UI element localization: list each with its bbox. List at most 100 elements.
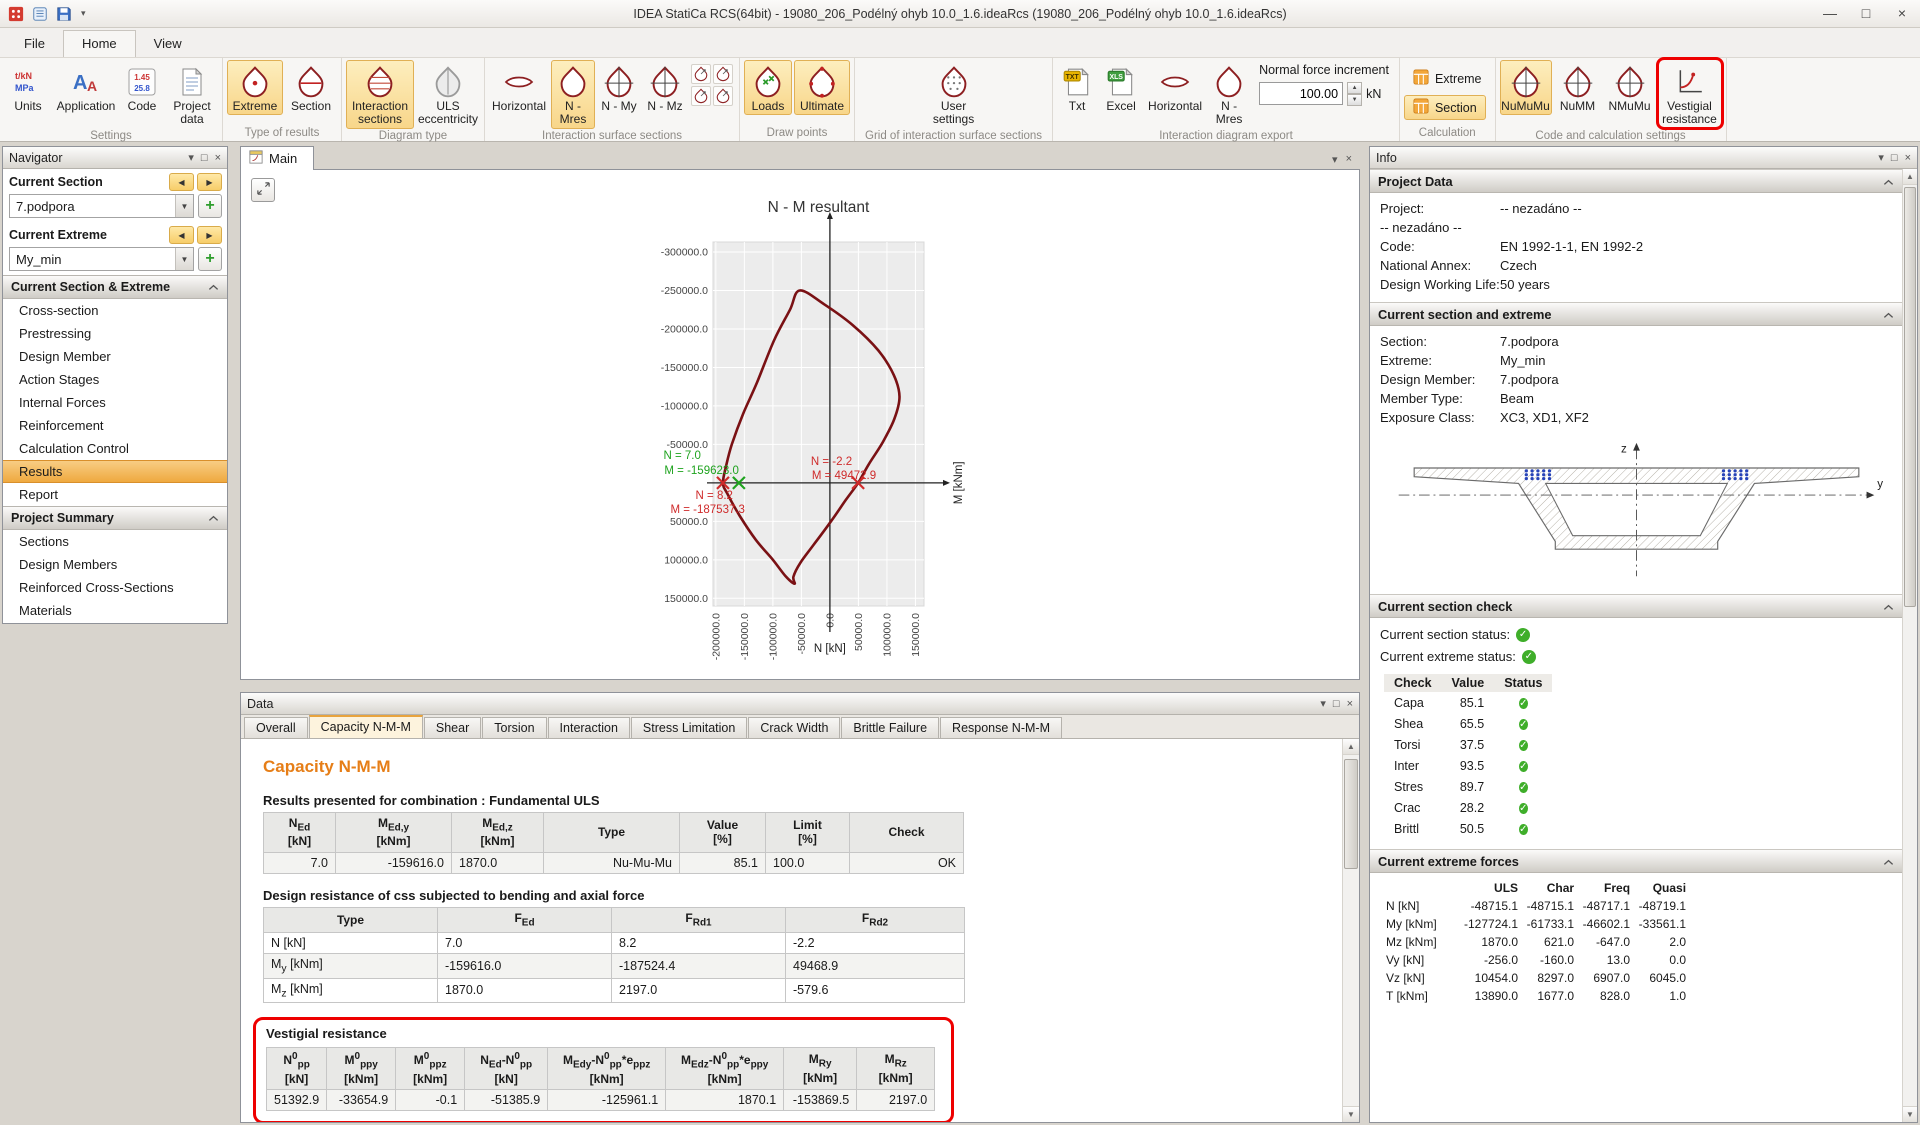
add-section-button[interactable]: + — [198, 194, 222, 218]
numm-button[interactable]: NuMM — [1554, 60, 1602, 115]
menu-tab[interactable]: File — [6, 31, 63, 57]
surface-view-button-1[interactable] — [691, 64, 711, 84]
data-tab[interactable]: Stress Limitation — [631, 717, 747, 738]
n-mres-button[interactable]: N - Mres — [551, 60, 595, 129]
tab-close-icon[interactable]: × — [1346, 153, 1352, 166]
export-n-mres-button[interactable]: N - Mres — [1207, 60, 1251, 129]
interaction-sections-button[interactable]: Interaction sections — [346, 60, 414, 129]
extreme-forces-header[interactable]: Current extreme forces — [1370, 849, 1902, 873]
chevron-down-icon[interactable]: ▼ — [175, 195, 193, 217]
user-settings-button[interactable]: User settings — [924, 60, 984, 129]
export-horizontal-button[interactable]: Horizontal — [1145, 60, 1205, 115]
n-mz-button[interactable]: N - Mz — [643, 60, 687, 115]
minimize-button[interactable]: — — [1812, 0, 1848, 27]
current-extreme-select[interactable]: My_min ▼ — [9, 247, 194, 271]
nav-item[interactable]: Sections — [3, 530, 227, 553]
prev-extreme-button[interactable]: ◀ — [169, 226, 194, 244]
section-check-header[interactable]: Current section check — [1370, 594, 1902, 618]
qat-dropdown-caret[interactable]: ▾ — [78, 8, 89, 19]
surface-view-button-3[interactable] — [691, 86, 711, 106]
scrollbar-thumb[interactable] — [1344, 759, 1358, 869]
close-button[interactable]: × — [1884, 0, 1920, 27]
menu-tab[interactable]: View — [136, 31, 200, 57]
data-tab[interactable]: Torsion — [482, 717, 546, 738]
panel-menu-icon[interactable]: ▾ — [1320, 697, 1326, 710]
chevron-down-icon[interactable]: ▼ — [175, 248, 193, 270]
current-section-select[interactable]: 7.podpora ▼ — [9, 194, 194, 218]
chevron-up-icon[interactable] — [1883, 854, 1894, 869]
nav-item[interactable]: Design Members — [3, 553, 227, 576]
chevron-up-icon[interactable] — [1883, 307, 1894, 322]
surface-view-button-4[interactable] — [713, 86, 733, 106]
project-data-button[interactable]: Project data — [166, 60, 218, 129]
nav-group-project-summary[interactable]: Project Summary — [3, 506, 227, 530]
nav-item[interactable]: Calculation Control — [3, 437, 227, 460]
panel-float-icon[interactable]: □ — [1891, 152, 1898, 164]
loads-button[interactable]: Loads — [744, 60, 792, 115]
nav-item[interactable]: Design Member — [3, 345, 227, 368]
data-tab[interactable]: Response N-M-M — [940, 717, 1062, 738]
data-tab[interactable]: Brittle Failure — [841, 717, 939, 738]
next-extreme-button[interactable]: ▶ — [197, 226, 222, 244]
scrollbar-thumb[interactable] — [1904, 187, 1916, 607]
zoom-extents-button[interactable] — [251, 178, 275, 202]
panel-menu-icon[interactable]: ▾ — [188, 151, 194, 164]
current-section-header[interactable]: Current section and extreme — [1370, 302, 1902, 326]
chevron-up-icon[interactable] — [1883, 174, 1894, 189]
nmumu-button[interactable]: NMuMu — [1604, 60, 1656, 115]
export-excel-button[interactable]: XLSExcel — [1099, 60, 1143, 115]
scroll-up-icon[interactable]: ▲ — [1343, 739, 1359, 755]
panel-float-icon[interactable]: □ — [201, 152, 208, 164]
data-tab[interactable]: Overall — [244, 717, 308, 738]
panel-close-icon[interactable]: × — [1905, 152, 1911, 164]
units-button[interactable]: t/kNMPaUnits — [4, 60, 52, 115]
numumu-button[interactable]: NuMuMu — [1500, 60, 1552, 115]
nav-item[interactable]: Reinforced Cross-Sections — [3, 576, 227, 599]
calculation-extreme-button[interactable]: Extreme — [1404, 66, 1491, 91]
prev-section-button[interactable]: ◀ — [169, 173, 194, 191]
data-tab[interactable]: Interaction — [548, 717, 630, 738]
chevron-up-icon[interactable] — [208, 515, 219, 522]
calculation-section-button[interactable]: Section — [1404, 95, 1486, 120]
next-section-button[interactable]: ▶ — [197, 173, 222, 191]
horizontal-section-button[interactable]: Horizontal — [489, 60, 549, 115]
data-scrollbar[interactable]: ▲ ▼ — [1342, 739, 1359, 1122]
add-extreme-button[interactable]: + — [198, 247, 222, 271]
scroll-down-icon[interactable]: ▼ — [1343, 1106, 1359, 1122]
vestigial-resistance-button[interactable]: Vestigial resistance — [1658, 60, 1722, 129]
n-my-button[interactable]: N - My — [597, 60, 641, 115]
maximize-button[interactable]: □ — [1848, 0, 1884, 27]
nav-item[interactable]: Action Stages — [3, 368, 227, 391]
tab-list-icon[interactable]: ▾ — [1332, 153, 1338, 166]
export-txt-button[interactable]: TXTTxt — [1057, 60, 1097, 115]
section-results-button[interactable]: Section — [285, 60, 337, 115]
info-scrollbar[interactable]: ▲ ▼ — [1902, 169, 1917, 1122]
nav-item[interactable]: Results — [3, 460, 227, 483]
ultimate-button[interactable]: Ultimate — [794, 60, 850, 115]
code-button[interactable]: 1.4525.8Code — [120, 60, 164, 115]
main-tab[interactable]: Main — [240, 146, 314, 170]
increment-spinner[interactable]: ▲▼ — [1347, 82, 1362, 105]
data-tab[interactable]: Crack Width — [748, 717, 840, 738]
application-button[interactable]: AAApplication — [54, 60, 118, 115]
n-m-resultant-chart[interactable]: -300000.0-250000.0-200000.0-150000.0-100… — [249, 172, 1349, 672]
panel-close-icon[interactable]: × — [1347, 698, 1353, 710]
project-data-section-header[interactable]: Project Data — [1370, 169, 1902, 193]
spinner-down-icon[interactable]: ▼ — [1347, 94, 1362, 106]
surface-view-button-2[interactable] — [713, 64, 733, 84]
nav-item[interactable]: Report — [3, 483, 227, 506]
scroll-up-icon[interactable]: ▲ — [1903, 169, 1917, 185]
project-icon[interactable] — [30, 4, 50, 24]
nav-item[interactable]: Reinforcement — [3, 414, 227, 437]
menu-tab[interactable]: Home — [63, 30, 136, 57]
nav-item[interactable]: Prestressing — [3, 322, 227, 345]
nav-item[interactable]: Cross-section — [3, 299, 227, 322]
extreme-results-button[interactable]: Extreme — [227, 60, 283, 115]
save-icon[interactable] — [54, 4, 74, 24]
uls-eccentricity-button[interactable]: ULS eccentricity — [416, 60, 480, 129]
spinner-up-icon[interactable]: ▲ — [1347, 82, 1362, 94]
nav-item[interactable]: Materials — [3, 599, 227, 622]
data-tab[interactable]: Shear — [424, 717, 481, 738]
nav-item[interactable]: Internal Forces — [3, 391, 227, 414]
nav-group-section-extreme[interactable]: Current Section & Extreme — [3, 275, 227, 299]
